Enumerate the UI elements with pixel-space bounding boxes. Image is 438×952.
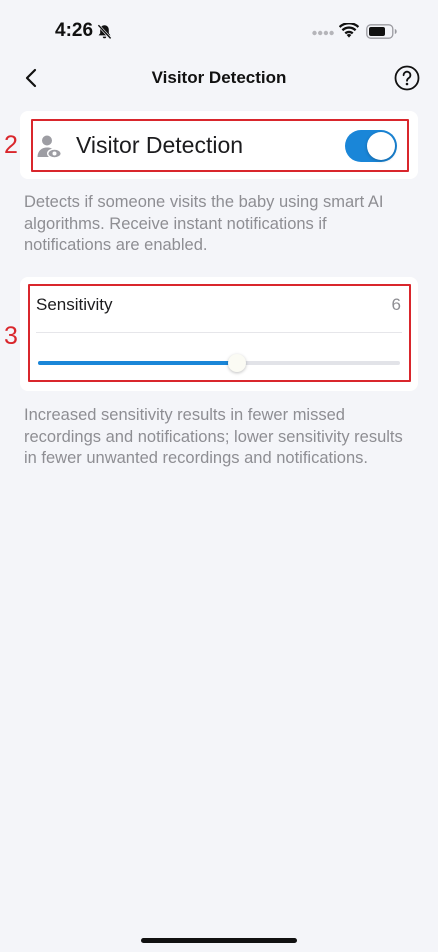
sensitivity-description: Increased sensitivity results in fewer m… (24, 406, 403, 467)
home-indicator (141, 938, 297, 943)
sensitivity-label: Sensitivity (36, 295, 113, 314)
visitor-detection-description: Detects if someone visits the baby using… (24, 193, 384, 254)
sensitivity-value: 6 (391, 295, 401, 314)
slider-thumb[interactable] (228, 354, 247, 372)
person-eye-icon (37, 135, 62, 159)
divider (36, 332, 402, 333)
sensitivity-slider[interactable] (38, 352, 400, 374)
nav-bar: Visitor Detection (0, 58, 438, 98)
battery-icon (366, 24, 397, 39)
visitor-detection-toggle[interactable] (345, 130, 397, 162)
annotation-label-3: 3 (4, 322, 18, 350)
bell-slash-icon (97, 24, 112, 40)
toggle-knob (367, 132, 395, 160)
annotation-label-2: 2 (4, 131, 18, 159)
page-title: Visitor Detection (151, 68, 287, 87)
wifi-icon (339, 23, 359, 38)
slider-fill (38, 361, 238, 365)
status-bar: 4:26 (0, 0, 438, 60)
status-time: 4:26 (55, 20, 94, 41)
visitor-detection-label: Visitor Detection (76, 132, 244, 158)
signal-dots-icon (312, 30, 334, 36)
help-icon[interactable] (393, 64, 421, 92)
